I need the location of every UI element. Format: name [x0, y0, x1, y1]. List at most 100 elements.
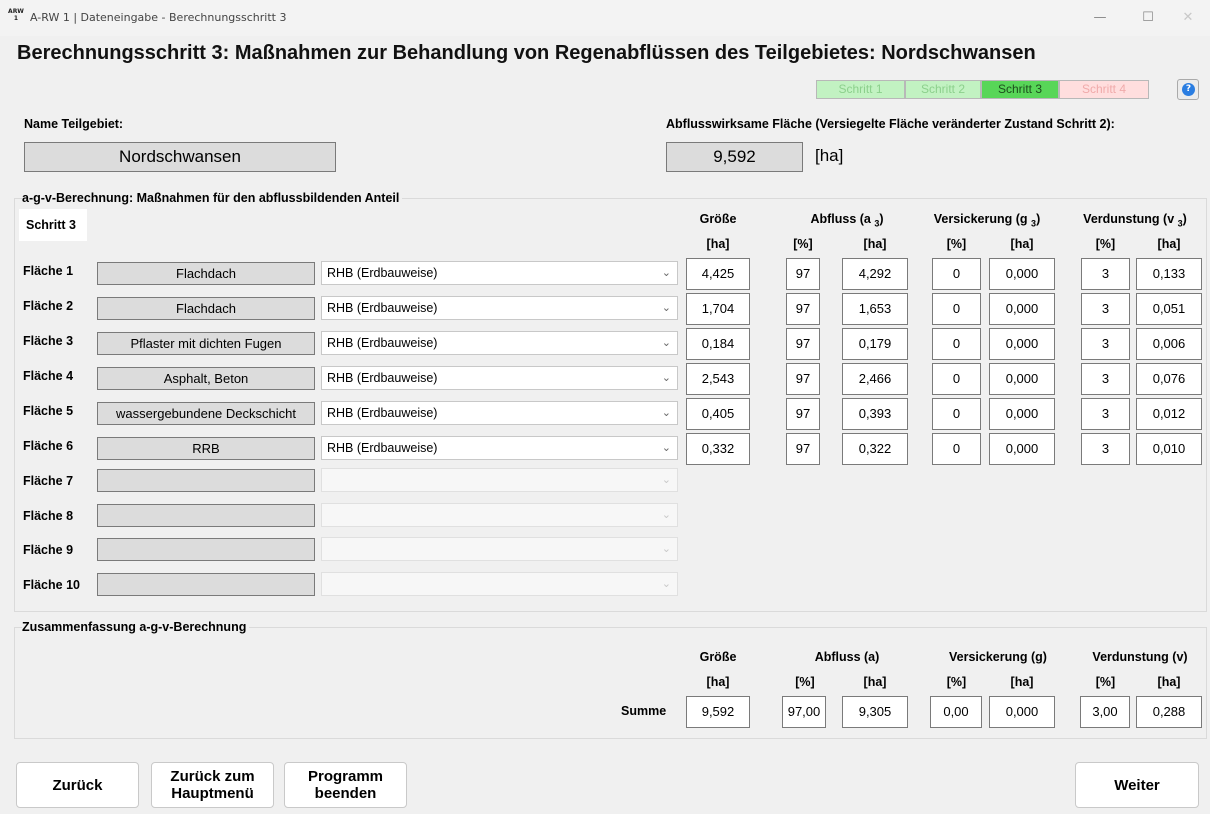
main-menu-button-line2: Hauptmenü: [171, 785, 254, 802]
summary-unit-abfluss-ha: [ha]: [863, 675, 887, 689]
exit-program-button[interactable]: Programm beenden: [284, 762, 407, 808]
measure-select-3[interactable]: RHB (Erdbauweise) ⌄: [321, 331, 678, 355]
teilgebiet-label: Name Teilgebiet:: [24, 117, 124, 131]
row-label-flaeche-2: Fläche 2: [23, 299, 74, 313]
header-verdunstung-text: Verdunstung (v: [1083, 212, 1175, 226]
flaeche-unit: [ha]: [815, 146, 844, 165]
abfluss-pct-3: 97: [786, 328, 820, 360]
measure-select-7[interactable]: ⌄: [321, 468, 678, 492]
summe-versickerung-pct: 0,00: [930, 696, 982, 728]
measure-select-10[interactable]: ⌄: [321, 572, 678, 596]
row-label-flaeche-1: Fläche 1: [23, 264, 74, 278]
measure-select-6[interactable]: RHB (Erdbauweise) ⌄: [321, 436, 678, 460]
summe-verdunstung-ha: 0,288: [1136, 696, 1202, 728]
summary-header-abfluss: Abfluss (a): [814, 650, 880, 664]
header-abfluss: Abfluss (a 3): [786, 212, 908, 229]
app-icon-top-text: ARW: [8, 8, 24, 15]
row-label-flaeche-3: Fläche 3: [23, 334, 74, 348]
landuse-field-9: [97, 538, 315, 561]
groesse-2: 1,704: [686, 293, 750, 325]
step-indicator: Schritt 1 Schritt 2 Schritt 3 Schritt 4: [816, 80, 1149, 99]
summary-unit-abfluss-pct: [%]: [795, 675, 815, 689]
measure-select-4[interactable]: RHB (Erdbauweise) ⌄: [321, 366, 678, 390]
measure-select-1[interactable]: RHB (Erdbauweise) ⌄: [321, 261, 678, 285]
versickerung-pct-2: 0: [932, 293, 981, 325]
measure-select-5[interactable]: RHB (Erdbauweise) ⌄: [321, 401, 678, 425]
landuse-field-3: Pflaster mit dichten Fugen: [97, 332, 315, 355]
versickerung-pct-4: 0: [932, 363, 981, 395]
groesse-4: 2,543: [686, 363, 750, 395]
landuse-field-8: [97, 504, 315, 527]
summary-unit-groesse-ha: [ha]: [706, 675, 730, 689]
verdunstung-pct-1: 3: [1081, 258, 1130, 290]
landuse-field-6: RRB: [97, 437, 315, 460]
versickerung-ha-2: 0,000: [989, 293, 1055, 325]
summary-header-groesse: Größe: [699, 650, 737, 664]
next-button[interactable]: Weiter: [1075, 762, 1199, 808]
main-menu-button-line1: Zurück zum: [170, 768, 255, 785]
back-button[interactable]: Zurück: [16, 762, 139, 808]
groesse-5: 0,405: [686, 398, 750, 430]
abfluss-ha-3: 0,179: [842, 328, 908, 360]
versickerung-pct-3: 0: [932, 328, 981, 360]
verdunstung-ha-4: 0,076: [1136, 363, 1202, 395]
verdunstung-ha-1: 0,133: [1136, 258, 1202, 290]
chevron-down-icon: ⌄: [661, 371, 671, 384]
summary-unit-versickerung-ha: [ha]: [1010, 675, 1034, 689]
chevron-down-icon: ⌄: [661, 508, 671, 521]
header-versickerung-text: Versickerung (g: [933, 212, 1028, 226]
summe-groesse: 9,592: [686, 696, 750, 728]
main-menu-button[interactable]: Zurück zum Hauptmenü: [151, 762, 274, 808]
agv-group-title: a-g-v-Berechnung: Maßnahmen für den abfl…: [22, 191, 403, 205]
summary-unit-verdunstung-pct: [%]: [1095, 675, 1116, 689]
row-label-flaeche-10: Fläche 10: [23, 578, 80, 592]
page-title: Berechnungsschritt 3: Maßnahmen zur Beha…: [17, 42, 1036, 64]
minimize-button[interactable]: —: [1078, 6, 1122, 30]
versickerung-pct-5: 0: [932, 398, 981, 430]
chevron-down-icon: ⌄: [661, 577, 671, 590]
summary-unit-verdunstung-ha: [ha]: [1157, 675, 1181, 689]
unit-versickerung-pct: [%]: [946, 237, 967, 251]
abfluss-ha-1: 4,292: [842, 258, 908, 290]
landuse-field-7: [97, 469, 315, 492]
abfluss-ha-4: 2,466: [842, 363, 908, 395]
summary-header-verdunstung: Verdunstung (v): [1092, 650, 1188, 664]
help-button[interactable]: ?: [1177, 79, 1199, 100]
abfluss-ha-2: 1,653: [842, 293, 908, 325]
measure-select-2[interactable]: RHB (Erdbauweise) ⌄: [321, 296, 678, 320]
verdunstung-pct-2: 3: [1081, 293, 1130, 325]
summe-label: Summe: [621, 704, 667, 718]
row-label-flaeche-7: Fläche 7: [23, 474, 74, 488]
step-3: Schritt 3: [981, 80, 1059, 99]
abfluss-pct-5: 97: [786, 398, 820, 430]
summary-unit-versickerung-pct: [%]: [946, 675, 967, 689]
measure-select-3-value: RHB (Erdbauweise): [327, 336, 438, 350]
summary-header-versickerung: Versickerung (g): [949, 650, 1047, 664]
app-icon: ARW 1: [8, 8, 24, 26]
landuse-field-1: Flachdach: [97, 262, 315, 285]
chevron-down-icon: ⌄: [661, 301, 671, 314]
header-abfluss-close: ): [879, 212, 884, 226]
abfluss-ha-5: 0,393: [842, 398, 908, 430]
versickerung-ha-5: 0,000: [989, 398, 1055, 430]
versickerung-ha-1: 0,000: [989, 258, 1055, 290]
header-versickerung: Versickerung (g 3): [914, 212, 1060, 229]
summary-group-title: Zusammenfassung a-g-v-Berechnung: [22, 620, 250, 634]
summe-verdunstung-pct: 3,00: [1080, 696, 1130, 728]
measure-select-8[interactable]: ⌄: [321, 503, 678, 527]
chevron-down-icon: ⌄: [661, 441, 671, 454]
groesse-6: 0,332: [686, 433, 750, 465]
chevron-down-icon: ⌄: [661, 542, 671, 555]
maximize-button[interactable]: ☐: [1126, 6, 1170, 30]
versickerung-pct-1: 0: [932, 258, 981, 290]
header-groesse: Größe: [699, 212, 737, 226]
agv-step-tag: Schritt 3: [19, 209, 87, 241]
verdunstung-ha-5: 0,012: [1136, 398, 1202, 430]
teilgebiet-name-field: Nordschwansen: [24, 142, 336, 172]
verdunstung-pct-5: 3: [1081, 398, 1130, 430]
measure-select-4-value: RHB (Erdbauweise): [327, 371, 438, 385]
close-button[interactable]: ✕: [1166, 6, 1210, 30]
unit-versickerung-ha: [ha]: [1010, 237, 1034, 251]
measure-select-9[interactable]: ⌄: [321, 537, 678, 561]
chevron-down-icon: ⌄: [661, 336, 671, 349]
